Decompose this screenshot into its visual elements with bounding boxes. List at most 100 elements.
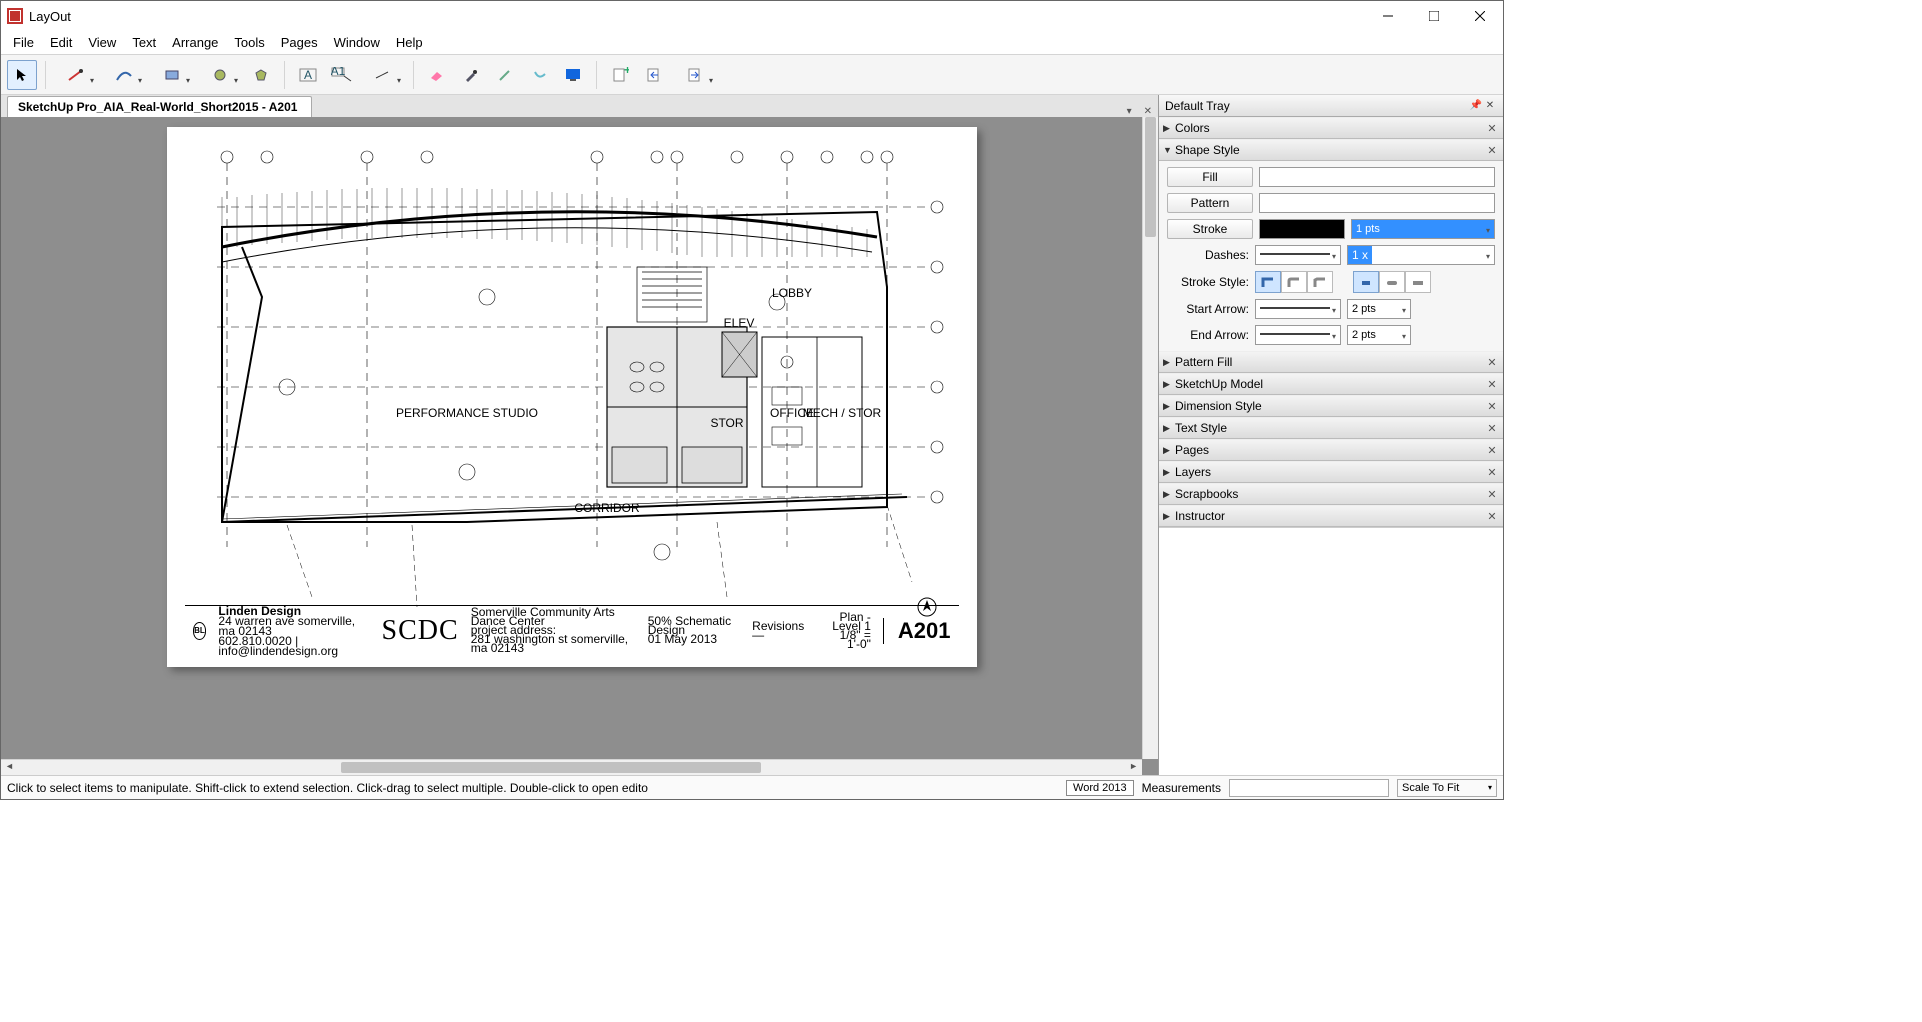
menu-arrange[interactable]: Arrange [164, 33, 226, 52]
statusbar: Click to select items to manipulate. Shi… [1, 775, 1503, 799]
svg-text:A1: A1 [331, 67, 346, 78]
fill-swatch[interactable] [1259, 167, 1495, 187]
close-button[interactable] [1457, 1, 1503, 31]
menu-text[interactable]: Text [124, 33, 164, 52]
start-arrow-size[interactable]: 2 pts [1347, 299, 1411, 319]
svg-text:STOR: STOR [710, 416, 743, 430]
start-arrow-select[interactable] [1255, 299, 1341, 319]
circle-tool[interactable] [198, 60, 242, 90]
tray-close-icon[interactable]: ✕ [1483, 100, 1497, 111]
svg-text:PERFORMANCE STUDIO: PERFORMANCE STUDIO [395, 406, 537, 420]
app-window: LayOut File Edit View Text Arrange Tools… [0, 0, 1504, 800]
menu-file[interactable]: File [5, 33, 42, 52]
panel-pattern-fill[interactable]: ▶Pattern Fill✕ [1159, 351, 1503, 373]
dash-scale-select[interactable]: 1 x [1347, 245, 1495, 265]
titleblock: BL Linden Design 24 warren ave somervill… [185, 605, 959, 655]
main-area: SketchUp Pro_AIA_Real-World_Short2015 - … [1, 95, 1158, 775]
panel-scrapbooks[interactable]: ▶Scrapbooks✕ [1159, 483, 1503, 505]
firm-logo: BL [193, 622, 207, 640]
stroke-toggle[interactable]: Stroke [1167, 219, 1253, 239]
menu-pages[interactable]: Pages [273, 33, 326, 52]
text-tool[interactable]: A [293, 60, 323, 90]
panel-dimension-style[interactable]: ▶Dimension Style✕ [1159, 395, 1503, 417]
dimension-tool[interactable]: * [361, 60, 405, 90]
minimize-button[interactable] [1365, 1, 1411, 31]
svg-text:A: A [304, 68, 312, 82]
svg-text:+: + [624, 67, 629, 77]
split-tool[interactable] [490, 60, 520, 90]
join-miter[interactable] [1255, 271, 1281, 293]
vertical-scrollbar[interactable] [1142, 117, 1158, 759]
cap-square[interactable] [1405, 271, 1431, 293]
svg-text:MECH / STOR: MECH / STOR [802, 406, 881, 420]
toolbar: A A1 * + [1, 55, 1503, 95]
style-eyedropper-tool[interactable] [456, 60, 486, 90]
drawing-page[interactable]: PERFORMANCE STUDIO CORRIDOR STOR ELEV OF… [167, 127, 977, 667]
menu-view[interactable]: View [80, 33, 124, 52]
label-tool[interactable]: A1 [327, 60, 357, 90]
panel-pages[interactable]: ▶Pages✕ [1159, 439, 1503, 461]
zoom-select[interactable]: Scale To Fit [1397, 779, 1497, 797]
pattern-swatch[interactable] [1259, 193, 1495, 213]
next-page-button[interactable] [673, 60, 717, 90]
join-bevel[interactable] [1307, 271, 1333, 293]
panel-sketchup-model[interactable]: ▶SketchUp Model✕ [1159, 373, 1503, 395]
end-arrow-select[interactable] [1255, 325, 1341, 345]
add-page-button[interactable]: + [605, 60, 635, 90]
horizontal-scrollbar[interactable] [1, 759, 1142, 775]
canvas[interactable]: PERFORMANCE STUDIO CORRIDOR STOR ELEV OF… [1, 117, 1142, 759]
end-arrow-size[interactable]: 2 pts [1347, 325, 1411, 345]
maximize-button[interactable] [1411, 1, 1457, 31]
dashes-select[interactable] [1255, 245, 1341, 265]
default-tray: Default Tray 📌 ✕ ▶Colors✕ ▼Shape Style✕ … [1158, 95, 1503, 775]
cap-flat[interactable] [1353, 271, 1379, 293]
polygon-tool[interactable] [246, 60, 276, 90]
panel-instructor[interactable]: ▶Instructor✕ [1159, 505, 1503, 527]
svg-text:LOBBY: LOBBY [771, 286, 811, 300]
end-arrow-label: End Arrow: [1167, 328, 1249, 342]
status-text: Click to select items to manipulate. Shi… [7, 781, 1058, 795]
sheet-number: A201 [883, 618, 951, 644]
line-tool[interactable] [54, 60, 98, 90]
panel-layers[interactable]: ▶Layers✕ [1159, 461, 1503, 483]
tab-close[interactable]: ✕ [1138, 106, 1158, 117]
menubar: File Edit View Text Arrange Tools Pages … [1, 31, 1503, 55]
measurements-input[interactable] [1229, 779, 1389, 797]
measurements-label: Measurements [1142, 781, 1221, 795]
project-code: SCDC [382, 615, 459, 647]
tray-title[interactable]: Default Tray 📌 ✕ [1159, 95, 1503, 117]
pattern-toggle[interactable]: Pattern [1167, 193, 1253, 213]
rectangle-tool[interactable] [150, 60, 194, 90]
cap-round[interactable] [1379, 271, 1405, 293]
panel-shape-style[interactable]: ▼Shape Style✕ [1159, 139, 1503, 161]
arc-tool[interactable] [102, 60, 146, 90]
join-round[interactable] [1281, 271, 1307, 293]
menu-tools[interactable]: Tools [226, 33, 272, 52]
app-icon [7, 8, 23, 24]
document-tab[interactable]: SketchUp Pro_AIA_Real-World_Short2015 - … [7, 96, 312, 117]
dashes-label: Dashes: [1167, 248, 1249, 262]
titlebar: LayOut [1, 1, 1503, 31]
fill-toggle[interactable]: Fill [1167, 167, 1253, 187]
svg-text:*: * [386, 68, 391, 74]
eraser-tool[interactable] [422, 60, 452, 90]
menu-help[interactable]: Help [388, 33, 431, 52]
panel-text-style[interactable]: ▶Text Style✕ [1159, 417, 1503, 439]
pin-icon[interactable]: 📌 [1469, 100, 1483, 111]
panel-colors[interactable]: ▶Colors✕ [1159, 117, 1503, 139]
presentation-tool[interactable] [558, 60, 588, 90]
svg-text:ELEV: ELEV [723, 316, 754, 330]
floor-plan-drawing: PERFORMANCE STUDIO CORRIDOR STOR ELEV OF… [167, 127, 977, 667]
select-tool[interactable] [7, 60, 37, 90]
stroke-width-select[interactable]: 1 pts [1351, 219, 1495, 239]
tab-dropdown[interactable]: ▾ [1121, 106, 1138, 117]
menu-window[interactable]: Window [326, 33, 388, 52]
menu-edit[interactable]: Edit [42, 33, 80, 52]
stroke-style-label: Stroke Style: [1167, 275, 1249, 289]
prev-page-button[interactable] [639, 60, 669, 90]
svg-text:CORRIDOR: CORRIDOR [574, 501, 640, 515]
stroke-color[interactable] [1259, 219, 1345, 239]
document-tabbar: SketchUp Pro_AIA_Real-World_Short2015 - … [1, 95, 1158, 117]
app-title: LayOut [29, 9, 1365, 24]
join-tool[interactable] [524, 60, 554, 90]
